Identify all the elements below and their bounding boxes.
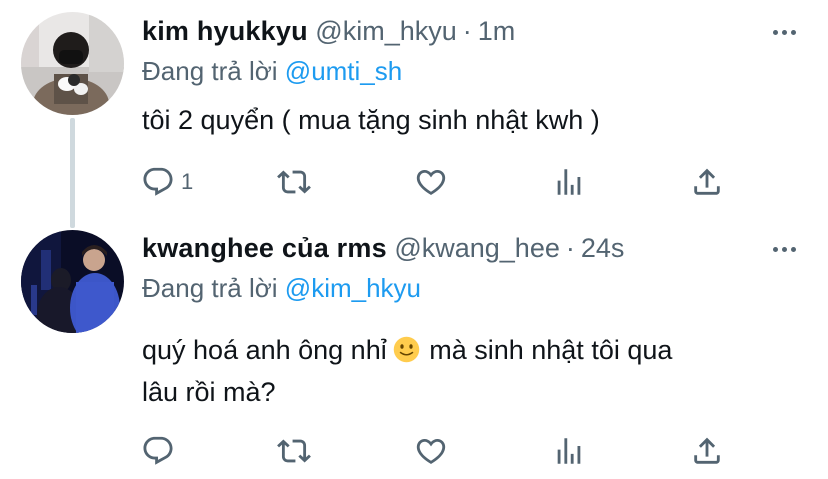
stats-icon (552, 165, 586, 199)
replying-to-label: Đang trả lời (142, 273, 278, 303)
stats-button[interactable] (552, 162, 586, 202)
stats-icon (552, 434, 586, 468)
action-bar (0, 431, 828, 471)
tweet-text-line: tôi 2 quyển ( mua tặng sinh nhật kwh ) (142, 105, 600, 135)
timestamp[interactable]: 1m (478, 16, 516, 46)
replying-to: Đang trả lời @kim_hkyu (142, 272, 421, 304)
like-button[interactable] (414, 431, 448, 471)
share-button[interactable] (690, 162, 724, 202)
tweet-text-line: quý hoá anh ông nhỉ mà sinh nhật tôi qua (142, 329, 802, 371)
user-handle[interactable]: @kwang_hee (394, 233, 560, 263)
tweet-header: kim hyukkyu @kim_hkyu · 1m (142, 15, 515, 47)
tweet-text-segment: mà sinh nhật tôi qua (421, 335, 673, 365)
reply-button[interactable] (141, 431, 181, 471)
separator-dot: · (462, 16, 472, 46)
slightly-smiling-face-emoji (393, 336, 419, 363)
avatar[interactable] (21, 230, 124, 333)
more-options-button[interactable] (770, 235, 798, 263)
tweet-text: quý hoá anh ông nhỉ mà sinh nhật tôi qua… (142, 329, 802, 413)
like-icon (414, 434, 448, 468)
separator-dot: · (565, 233, 575, 263)
display-name[interactable]: kim hyukkyu (142, 16, 308, 46)
reply-count: 1 (181, 169, 194, 194)
share-button[interactable] (690, 431, 724, 471)
more-options-button[interactable] (770, 18, 798, 46)
display-name[interactable]: kwanghee của rms (142, 233, 387, 263)
reply-icon (141, 165, 175, 199)
like-icon (414, 165, 448, 199)
retweet-icon (277, 165, 311, 199)
more-icon (772, 29, 778, 35)
tweet[interactable]: kim hyukkyu @kim_hkyu · 1m Đang trả lời @u… (0, 0, 828, 228)
avatar[interactable] (21, 12, 124, 115)
timestamp[interactable]: 24s (581, 233, 625, 263)
action-bar: 1 (0, 162, 828, 202)
mention-link[interactable]: @kim_hkyu (285, 273, 421, 303)
reply-icon (141, 434, 175, 468)
retweet-icon (277, 434, 311, 468)
user-handle[interactable]: @kim_hkyu (315, 16, 456, 46)
retweet-button[interactable] (277, 162, 311, 202)
replying-to-label: Đang trả lời (142, 56, 278, 86)
tweet-text-line: lâu rồi mà? (142, 377, 276, 407)
tweet-text-segment: quý hoá anh ông nhỉ (142, 335, 387, 365)
retweet-button[interactable] (277, 431, 311, 471)
like-button[interactable] (414, 162, 448, 202)
reply-button[interactable]: 1 (141, 162, 193, 202)
tweet-text: tôi 2 quyển ( mua tặng sinh nhật kwh ) (142, 99, 600, 141)
share-icon (690, 165, 724, 199)
stats-button[interactable] (552, 431, 586, 471)
mention-link[interactable]: @umti_sh (285, 56, 402, 86)
more-icon (772, 246, 778, 252)
share-icon (690, 434, 724, 468)
tweet-header: kwanghee của rms @kwang_hee · 24s (142, 232, 624, 264)
replying-to: Đang trả lời @umti_sh (142, 55, 402, 87)
tweet[interactable]: kwanghee của rms @kwang_hee · 24s Đang trả… (0, 215, 828, 479)
